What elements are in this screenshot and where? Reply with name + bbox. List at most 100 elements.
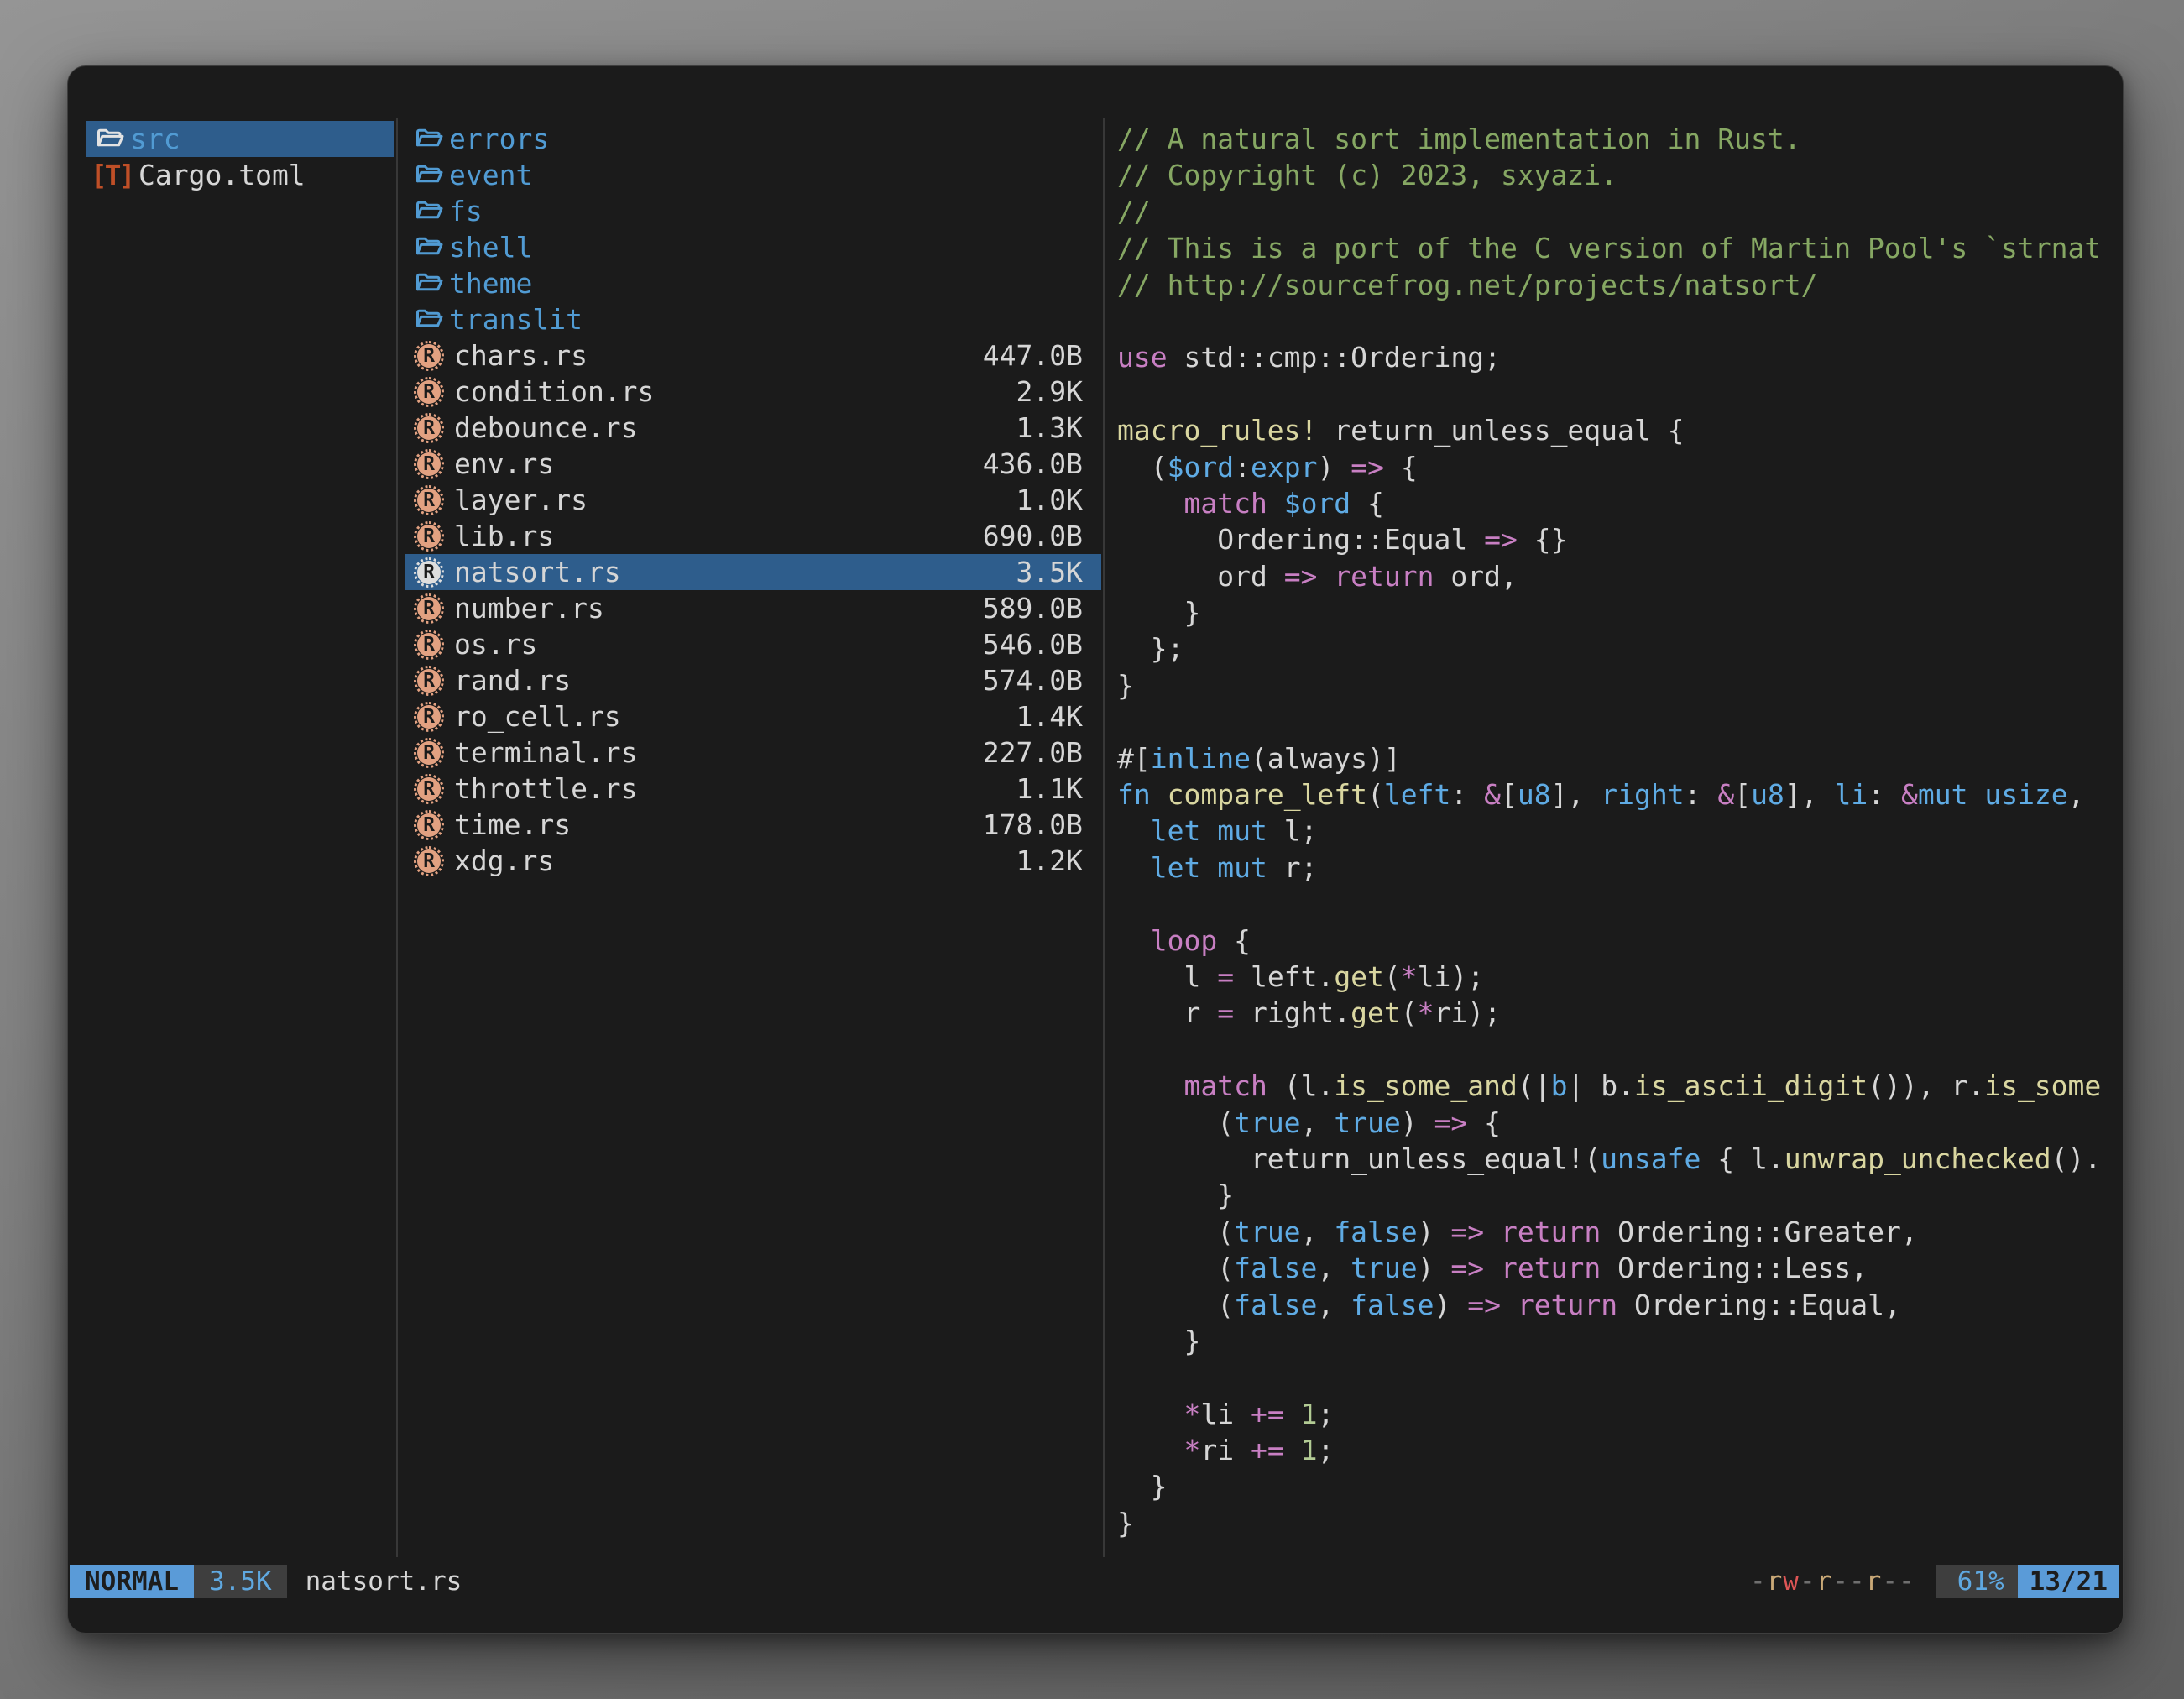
rust-file-icon: R	[414, 702, 444, 732]
rust-file-icon: R	[414, 630, 444, 660]
rust-file-icon: R	[414, 846, 444, 876]
preview-panel: // A natural sort implementation in Rust…	[1117, 121, 2123, 1558]
code-line: ord => return ord,	[1117, 558, 2123, 594]
cursor-position-badge: 13/21	[2018, 1565, 2119, 1598]
file-row-os.rs[interactable]: Ros.rs 546.0B	[405, 626, 1101, 662]
code-line: }	[1117, 667, 2123, 703]
file-size: 436.0B	[983, 447, 1096, 480]
rust-file-icon: R	[414, 341, 444, 371]
file-size: 1.1K	[1016, 772, 1096, 805]
file-size: 1.0K	[1016, 484, 1096, 516]
folder-icon	[414, 233, 444, 263]
code-line: (true, false) => return Ordering::Greate…	[1117, 1214, 2123, 1250]
file-row-env.rs[interactable]: Renv.rs436.0B	[405, 446, 1101, 482]
file-name: condition.rs	[454, 375, 654, 408]
file-size: 1.2K	[1016, 844, 1096, 877]
code-line: #[inline(always)]	[1117, 740, 2123, 776]
panel-divider-left	[396, 118, 398, 1557]
code-line: }	[1117, 594, 2123, 630]
file-row-chars.rs[interactable]: Rchars.rs447.0B	[405, 337, 1101, 374]
code-line: // A natural sort implementation in Rust…	[1117, 121, 2123, 157]
file-name: event	[449, 159, 532, 191]
folder-icon	[95, 124, 125, 154]
file-row-xdg.rs[interactable]: Rxdg.rs1.2K	[405, 843, 1101, 879]
file-row-rand.rs[interactable]: Rrand.rs574.0B	[405, 662, 1101, 698]
folder-icon	[414, 269, 444, 299]
code-line: // This is a port of the C version of Ma…	[1117, 230, 2123, 266]
code-line: // Copyright (c) 2023, sxyazi.	[1117, 157, 2123, 193]
file-row-debounce.rs[interactable]: Rdebounce.rs1.3K	[405, 410, 1101, 446]
rust-file-icon: R	[414, 774, 444, 804]
code-line	[1117, 886, 2123, 922]
file-size: 546.0B	[983, 628, 1096, 661]
file-name: os.rs	[454, 628, 537, 661]
code-line: //	[1117, 194, 2123, 230]
code-line: }	[1117, 1468, 2123, 1504]
code-line: macro_rules! return_unless_equal {	[1117, 412, 2123, 448]
code-line: match (l.is_some_and(|b| b.is_ascii_digi…	[1117, 1068, 2123, 1104]
file-size: 589.0B	[983, 592, 1096, 625]
file-row-src[interactable]: src	[86, 121, 394, 157]
code-line: l = left.get(*li);	[1117, 959, 2123, 995]
code-line	[1117, 1359, 2123, 1395]
file-row-time.rs[interactable]: Rtime.rs178.0B	[405, 807, 1101, 843]
terminal-window: src[T] Cargo.toml errorseventfsshelltheme…	[67, 65, 2124, 1634]
rust-file-icon: R	[414, 593, 444, 624]
folder-icon	[414, 305, 444, 335]
file-row-terminal.rs[interactable]: Rterminal.rs227.0B	[405, 734, 1101, 771]
code-line: return_unless_equal!(unsafe { l.unwrap_u…	[1117, 1141, 2123, 1177]
code-line: (true, true) => {	[1117, 1105, 2123, 1141]
rust-file-icon: R	[414, 521, 444, 552]
code-line: r = right.get(*ri);	[1117, 995, 2123, 1031]
code-line: *ri += 1;	[1117, 1432, 2123, 1468]
folder-icon	[414, 124, 444, 154]
status-bar: NORMAL 3.5K natsort.rs -rw-r--r-- 61% 13…	[70, 1565, 2119, 1598]
file-row-fs[interactable]: fs	[405, 193, 1101, 229]
file-row-errors[interactable]: errors	[405, 121, 1101, 157]
file-row-condition.rs[interactable]: Rcondition.rs2.9K	[405, 374, 1101, 410]
file-name: layer.rs	[454, 484, 588, 516]
file-name: debounce.rs	[454, 411, 638, 444]
file-size: 227.0B	[983, 736, 1096, 769]
file-name: number.rs	[454, 592, 604, 625]
rust-file-icon: R	[414, 557, 444, 588]
scroll-percent-badge: 61%	[1936, 1565, 2018, 1598]
file-name: time.rs	[454, 808, 571, 841]
rust-file-icon: R	[414, 738, 444, 768]
rust-file-icon: R	[414, 666, 444, 696]
code-line: ($ord:expr) => {	[1117, 449, 2123, 485]
code-line: }	[1117, 1177, 2123, 1213]
toml-file-icon: [T]	[95, 159, 128, 191]
file-size: 178.0B	[983, 808, 1096, 841]
status-right-group: -rw-r--r-- 61% 13/21	[1750, 1565, 2119, 1598]
file-size: 1.4K	[1016, 700, 1096, 733]
folder-icon	[414, 160, 444, 191]
file-row-shell[interactable]: shell	[405, 229, 1101, 265]
file-row-Cargo.toml[interactable]: [T] Cargo.toml	[86, 157, 394, 193]
file-row-natsort.rs[interactable]: Rnatsort.rs3.5K	[405, 554, 1101, 590]
file-size: 1.3K	[1016, 411, 1096, 444]
file-row-lib.rs[interactable]: Rlib.rs690.0B	[405, 518, 1101, 554]
file-size: 3.5K	[1016, 556, 1096, 588]
file-name: src	[130, 123, 180, 155]
file-row-ro_cell.rs[interactable]: Rro_cell.rs 1.4K	[405, 698, 1101, 734]
code-line	[1117, 703, 2123, 740]
code-line: *li += 1;	[1117, 1396, 2123, 1432]
rust-file-icon: R	[414, 377, 444, 407]
code-line: loop {	[1117, 923, 2123, 959]
code-line: Ordering::Equal => {}	[1117, 521, 2123, 557]
file-row-event[interactable]: event	[405, 157, 1101, 193]
file-row-theme[interactable]: theme	[405, 265, 1101, 301]
file-name: env.rs	[454, 447, 554, 480]
code-line: match $ord {	[1117, 485, 2123, 521]
file-name: Cargo.toml	[138, 159, 306, 191]
code-line: let mut r;	[1117, 850, 2123, 886]
folder-icon	[414, 196, 444, 227]
panel-divider-right	[1103, 118, 1105, 1557]
file-row-number.rs[interactable]: Rnumber.rs 589.0B	[405, 590, 1101, 626]
file-row-translit[interactable]: translit	[405, 301, 1101, 337]
file-row-layer.rs[interactable]: Rlayer.rs1.0K	[405, 482, 1101, 518]
file-name: shell	[449, 231, 532, 264]
file-row-throttle.rs[interactable]: Rthrottle.rs1.1K	[405, 771, 1101, 807]
file-name: ro_cell.rs	[454, 700, 621, 733]
